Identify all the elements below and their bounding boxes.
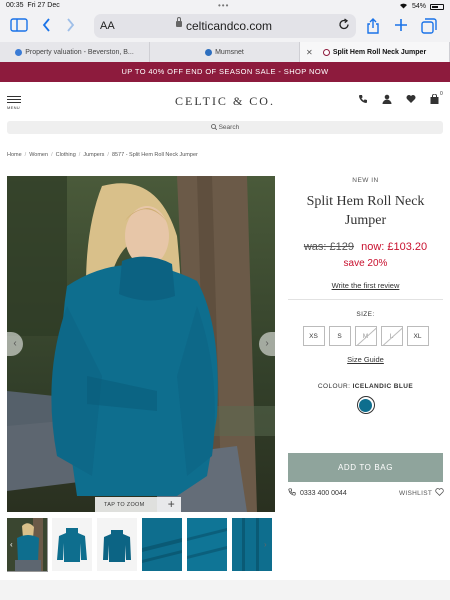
breadcrumb-jumpers[interactable]: Jumpers xyxy=(83,152,104,158)
phone-icon xyxy=(288,488,296,498)
shopping-bag-icon[interactable] xyxy=(430,93,439,107)
price: was: £129 now: £103.20 xyxy=(288,241,443,253)
colour-label: COLOUR: ICELANDIC BLUE xyxy=(288,383,443,390)
phone-icon[interactable] xyxy=(358,94,368,107)
tab-label: Mumsnet xyxy=(215,48,244,56)
zoom-label: TAP TO ZOOM xyxy=(104,501,145,508)
status-bar: 00:35 Fri 27 Dec ••• 54% xyxy=(0,0,450,12)
status-time: 00:35 Fri 27 Dec xyxy=(6,2,60,9)
size-option-s[interactable]: S xyxy=(328,326,351,346)
bag-count: 0 xyxy=(440,91,443,97)
breadcrumb-separator: / xyxy=(78,152,81,158)
thumbnail-detail-2[interactable] xyxy=(187,518,227,571)
size-option-l[interactable]: L xyxy=(380,326,403,346)
breadcrumb-separator: / xyxy=(24,152,27,158)
colour-swatches xyxy=(288,396,443,414)
save-percent: save 20% xyxy=(343,258,388,269)
tab-property-valuation[interactable]: Property valuation - Beverston, B... xyxy=(0,42,150,62)
browser-toolbar: AA celticandco.com xyxy=(0,12,450,42)
forward-icon[interactable] xyxy=(66,18,75,36)
thumbnail-back[interactable] xyxy=(97,518,137,571)
tab-bar: Property valuation - Beverston, B... Mum… xyxy=(0,42,450,62)
tab-overview-icon[interactable] xyxy=(421,18,437,38)
colour-name: ICELANDIC BLUE xyxy=(352,383,414,390)
breadcrumb-home[interactable]: Home xyxy=(7,152,22,158)
thumbnail-strip xyxy=(7,518,272,572)
wishlist-label: WISHLIST xyxy=(399,489,433,497)
url-text[interactable]: celticandco.com xyxy=(186,19,272,33)
reload-icon[interactable] xyxy=(338,18,350,34)
promo-banner[interactable]: UP TO 40% OFF END OF SEASON SALE - SHOP … xyxy=(0,62,450,82)
tab-label: Property valuation - Beverston, B... xyxy=(25,48,134,56)
breadcrumb: Home / Women / Clothing / Jumpers/ 8577 - S… xyxy=(7,152,198,158)
account-icon[interactable] xyxy=(382,94,392,107)
size-option-xs[interactable]: XS xyxy=(302,326,325,346)
product-info: NEW IN Split Hem Roll Neck Jumper was: £… xyxy=(288,176,443,414)
size-option-xl[interactable]: XL xyxy=(406,326,429,346)
page-bottom xyxy=(0,580,450,600)
breadcrumb-clothing[interactable]: Clothing xyxy=(56,152,76,158)
phone-contact[interactable]: 0333 400 0044 xyxy=(288,488,347,498)
tab-label: Split Hem Roll Neck Jumper xyxy=(332,48,427,56)
tab-mumsnet[interactable]: Mumsnet xyxy=(150,42,300,62)
add-to-bag-button[interactable]: ADD TO BAG xyxy=(288,453,443,482)
property-favicon-icon xyxy=(15,48,23,56)
battery-icon xyxy=(430,3,444,10)
wishlist-heart-icon[interactable] xyxy=(406,94,416,107)
breadcrumb-separator: / xyxy=(107,152,109,158)
zoom-plus-icon: + xyxy=(167,497,175,511)
status-right: 54% xyxy=(399,2,444,11)
text-size-button[interactable]: AA xyxy=(100,20,115,32)
address-bar[interactable]: AA celticandco.com xyxy=(94,14,356,38)
thumb-prev-icon[interactable]: ‹ xyxy=(10,540,13,549)
divider xyxy=(288,299,443,300)
thumb-next-icon[interactable]: › xyxy=(264,540,267,549)
write-review-link[interactable]: Write the first review xyxy=(288,281,443,290)
now-price: now: £103.20 xyxy=(361,241,428,253)
lock-icon xyxy=(176,17,182,27)
thumbnail-front[interactable] xyxy=(52,518,92,571)
site-header: MENU CELTIC & CO. 0 xyxy=(0,82,450,118)
tap-to-zoom-button[interactable]: TAP TO ZOOM + xyxy=(95,497,181,512)
new-in-badge: NEW IN xyxy=(352,177,379,184)
thumbnail-model[interactable] xyxy=(7,518,48,572)
product-main-image[interactable]: ‹ › xyxy=(7,176,275,512)
thumbnail-detail-1[interactable] xyxy=(142,518,182,571)
phone-number: 0333 400 0044 xyxy=(300,489,347,497)
search-input[interactable]: Search xyxy=(7,121,443,134)
was-price: was: £129 xyxy=(303,241,355,253)
close-tab-icon[interactable]: ✕ xyxy=(306,48,313,57)
size-option-m[interactable]: M xyxy=(354,326,377,346)
search-icon xyxy=(210,124,219,131)
new-tab-icon[interactable] xyxy=(394,18,408,36)
sidebar-icon[interactable] xyxy=(10,18,28,36)
heart-outline-icon xyxy=(435,488,444,498)
breadcrumb-women[interactable]: Women xyxy=(29,152,48,158)
size-guide-link[interactable]: Size Guide xyxy=(288,355,443,364)
celtic-favicon-icon xyxy=(322,48,330,56)
breadcrumb-separator: / xyxy=(51,152,53,158)
breadcrumb-current: 8577 - Split Hem Roll Neck Jumper xyxy=(111,152,198,158)
size-selector: XS S M L XL xyxy=(288,326,443,346)
back-icon[interactable] xyxy=(42,18,51,36)
wifi-icon xyxy=(399,2,408,11)
colour-label-text: COLOUR: xyxy=(317,383,351,390)
wishlist-button[interactable]: WISHLIST xyxy=(399,488,444,498)
multitasking-dots[interactable]: ••• xyxy=(218,1,229,10)
battery-percent: 54% xyxy=(411,3,426,10)
mumsnet-favicon-icon xyxy=(205,48,213,56)
tab-product-page[interactable]: ✕ Split Hem Roll Neck Jumper xyxy=(300,42,450,62)
colour-swatch-icelandic-blue[interactable] xyxy=(356,396,375,414)
product-title: Split Hem Roll Neck Jumper xyxy=(306,194,425,228)
share-icon[interactable] xyxy=(366,18,380,38)
size-label: SIZE: xyxy=(356,311,375,318)
search-placeholder: Search xyxy=(218,124,240,131)
